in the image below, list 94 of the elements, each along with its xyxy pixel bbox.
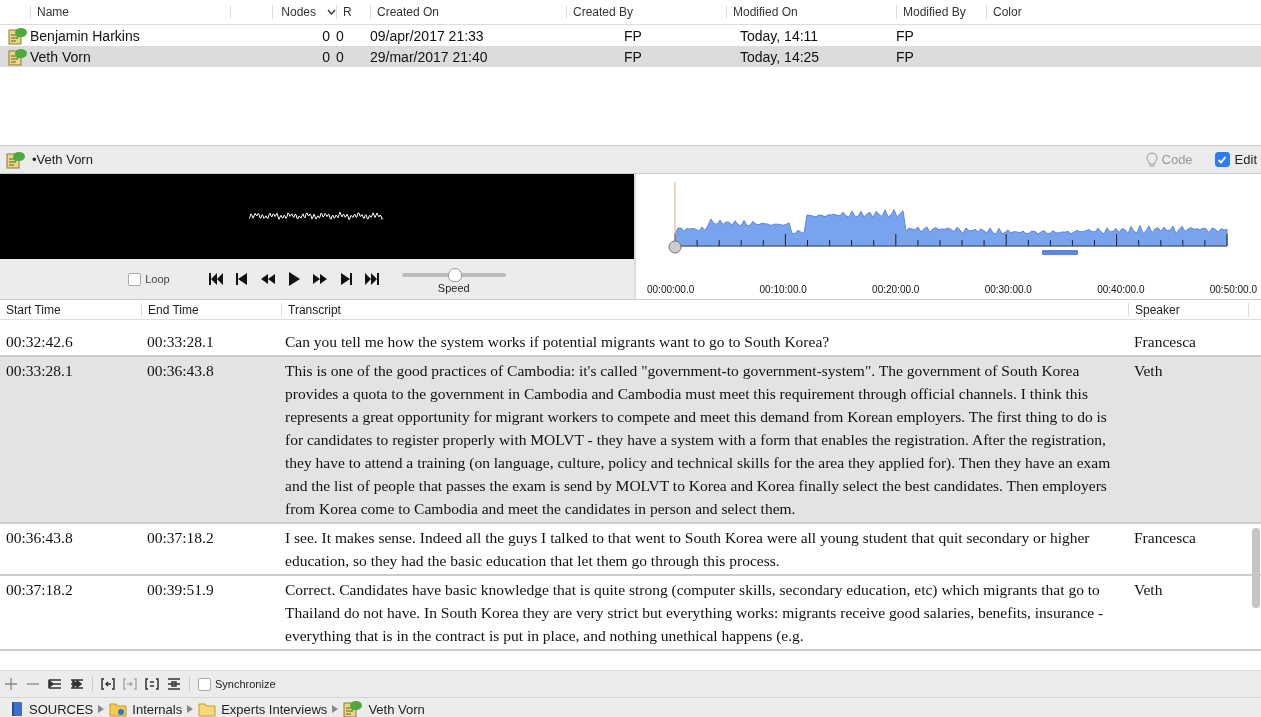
loop-label: Loop — [145, 273, 170, 285]
chevron-icon — [187, 705, 194, 713]
table-cell-text: Today, 14:25 — [739, 48, 821, 65]
table-cell-text: FP — [623, 27, 643, 44]
table-cell-text: Benjamin Harkins — [30, 27, 141, 44]
edit-label: Edit — [1234, 152, 1257, 167]
column-header[interactable]: Modified On — [726, 5, 896, 19]
table-cell-text: 0 — [321, 48, 331, 65]
time-label: 00:30:00.0 — [984, 283, 1032, 295]
previous-icon — [233, 271, 250, 287]
end-time: 00:36:43.8 — [146, 361, 215, 381]
end-time: 00:39:51.9 — [146, 580, 215, 600]
table-cell-text: 0 — [321, 27, 331, 44]
check-icon — [1217, 154, 1228, 165]
column-header[interactable]: Color — [986, 5, 1062, 19]
add-icon — [4, 677, 18, 691]
chevron-icon — [98, 705, 105, 713]
document-icon — [8, 26, 28, 45]
end-time: 00:33:28.1 — [146, 332, 215, 352]
start-time: 00:37:18.2 — [5, 580, 74, 600]
bracket-left-button[interactable] — [101, 677, 115, 691]
breadcrumb-item[interactable]: SOURCES — [10, 701, 94, 717]
time-label: 00:10:00.0 — [759, 283, 807, 295]
column-header[interactable]: Modified By — [896, 5, 986, 19]
table-cell-text: FP — [896, 48, 915, 65]
source-row[interactable]: Veth Vorn 0 0 29/mar/2017 21:40 FP Today, 14:25 FP — [0, 46, 1261, 67]
time-label: 00:20:00.0 — [872, 283, 920, 295]
table-cell-text: FP — [896, 27, 915, 44]
scrollbar-thumb[interactable] — [1252, 528, 1260, 608]
breadcrumb-item[interactable]: Internals — [109, 701, 183, 717]
speaker-name: Veth — [1133, 580, 1164, 600]
loop-checkbox[interactable] — [128, 272, 142, 286]
time-label: 00:00:00.0 — [647, 283, 695, 295]
bracket-icon — [145, 677, 159, 691]
table-cell-text: Veth Vorn — [30, 48, 92, 65]
breadcrumb-item[interactable]: Experts Interviews — [198, 701, 328, 717]
transcript-text: This is one of the good practices of Cambodia: it's called "government-to government-system". The government of South Korea provides a quota to the government in Cambodia and Cambodia must meet this requirement through official channels. I think this represents a great opportunity for migrant workers to compete and meet this demand from Korean employers. The first thing to do is for candidates to register properly with MOLVT - they have a system with a form that enables the registration. After the registration, they have to attend a training (on language, culture, policy and technical skills for the area they applied for). Then they have an exam and the list of people that passes the exam is send by MOLVT to Korea and Korea finally select the best candidates. Then employers from Korea come to Cambodia and meet the candidates in person and select them. — [284, 361, 1112, 519]
split-button[interactable] — [167, 677, 181, 691]
table-cell-text: 09/apr/2017 21:33 — [370, 27, 485, 44]
speaker-name: Francesca — [1133, 332, 1197, 352]
bracket-button[interactable] — [145, 677, 159, 691]
chevron-icon — [332, 705, 339, 713]
edit-checkbox[interactable] — [1214, 152, 1230, 167]
speed-slider[interactable] — [401, 268, 506, 282]
source-row[interactable]: Benjamin Harkins 0 0 09/apr/2017 21:33 FP Today, 14:11 FP — [0, 25, 1261, 46]
transcript-row[interactable] — [0, 357, 1261, 524]
folder-icon — [198, 701, 217, 717]
transcript-text: I see. It makes sense. Indeed all the guys I talked to that went to South Korea were all young student that quit secondary or higher education, so they had the basic education that let them go through this process. — [284, 528, 1091, 571]
lightbulb-icon — [1145, 151, 1158, 168]
start-time: 00:32:42.6 — [5, 332, 74, 352]
start-time: 00:36:43.8 — [5, 528, 74, 548]
synchronize-checkbox[interactable] — [198, 677, 211, 691]
column-header[interactable]: Created On — [370, 5, 566, 19]
fast-forward-icon — [311, 271, 328, 287]
table-cell-text: Today, 14:11 — [739, 27, 820, 44]
document-icon — [343, 700, 364, 717]
document-title: •Veth Vorn — [32, 152, 93, 167]
time-label: 00:40:00.0 — [1097, 283, 1145, 295]
book-icon — [10, 701, 24, 717]
indent-button[interactable] — [48, 677, 62, 691]
transcript-text: Correct. Candidates have basic knowledge that is quite strong (computer skills, secondary education, etc) which migrants that go to Thailand do not have. In South Korea they are very strict but everything works: migrants receive good salaries, benefits, insurance - everything that is in the contract is put in place, and nothing unethical happens (e.g. — [284, 580, 1105, 646]
table-cell-text: 29/mar/2017 21:40 — [370, 48, 489, 65]
outdent-button[interactable] — [70, 677, 84, 691]
rewind-icon — [259, 271, 276, 287]
indent-icon — [48, 677, 62, 691]
breadcrumb-item[interactable]: Veth Vorn — [343, 700, 425, 717]
column-header[interactable]: Created By — [566, 5, 726, 19]
transcript-text: Can you tell me how the system works if potential migrants want to go to South Korea? — [284, 332, 831, 352]
document-icon — [6, 150, 26, 169]
bracket-left-icon — [101, 677, 115, 691]
document-icon — [8, 47, 28, 66]
column-header[interactable]: R — [336, 5, 370, 19]
speaker-name: Francesca — [1133, 528, 1197, 548]
time-label: 00:50:00.0 — [1209, 283, 1257, 295]
start-time: 00:33:28.1 — [5, 361, 74, 381]
split-icon — [167, 677, 181, 691]
column-header[interactable]: Transcript — [281, 302, 1128, 317]
bracket-right-icon — [123, 677, 137, 691]
table-cell-text: 0 — [336, 48, 345, 65]
column-header[interactable]: Name — [30, 5, 230, 19]
end-time: 00:37:18.2 — [146, 528, 215, 548]
folder-icon — [109, 701, 128, 717]
speed-label: Speed — [437, 282, 470, 294]
outdent-icon — [70, 677, 84, 691]
column-header[interactable]: Start Time — [0, 302, 141, 317]
synchronize-label: Synchronize — [215, 678, 276, 690]
skip-to-start-icon — [207, 271, 224, 287]
skip-to-end-icon — [363, 271, 380, 287]
table-cell-text: 0 — [336, 27, 345, 44]
column-header[interactable]: Speaker — [1128, 302, 1248, 317]
speaker-name: Veth — [1133, 361, 1164, 381]
column-header[interactable]: Nodes — [272, 5, 336, 19]
column-header[interactable]: End Time — [141, 302, 281, 317]
table-cell-text: FP — [623, 48, 643, 65]
